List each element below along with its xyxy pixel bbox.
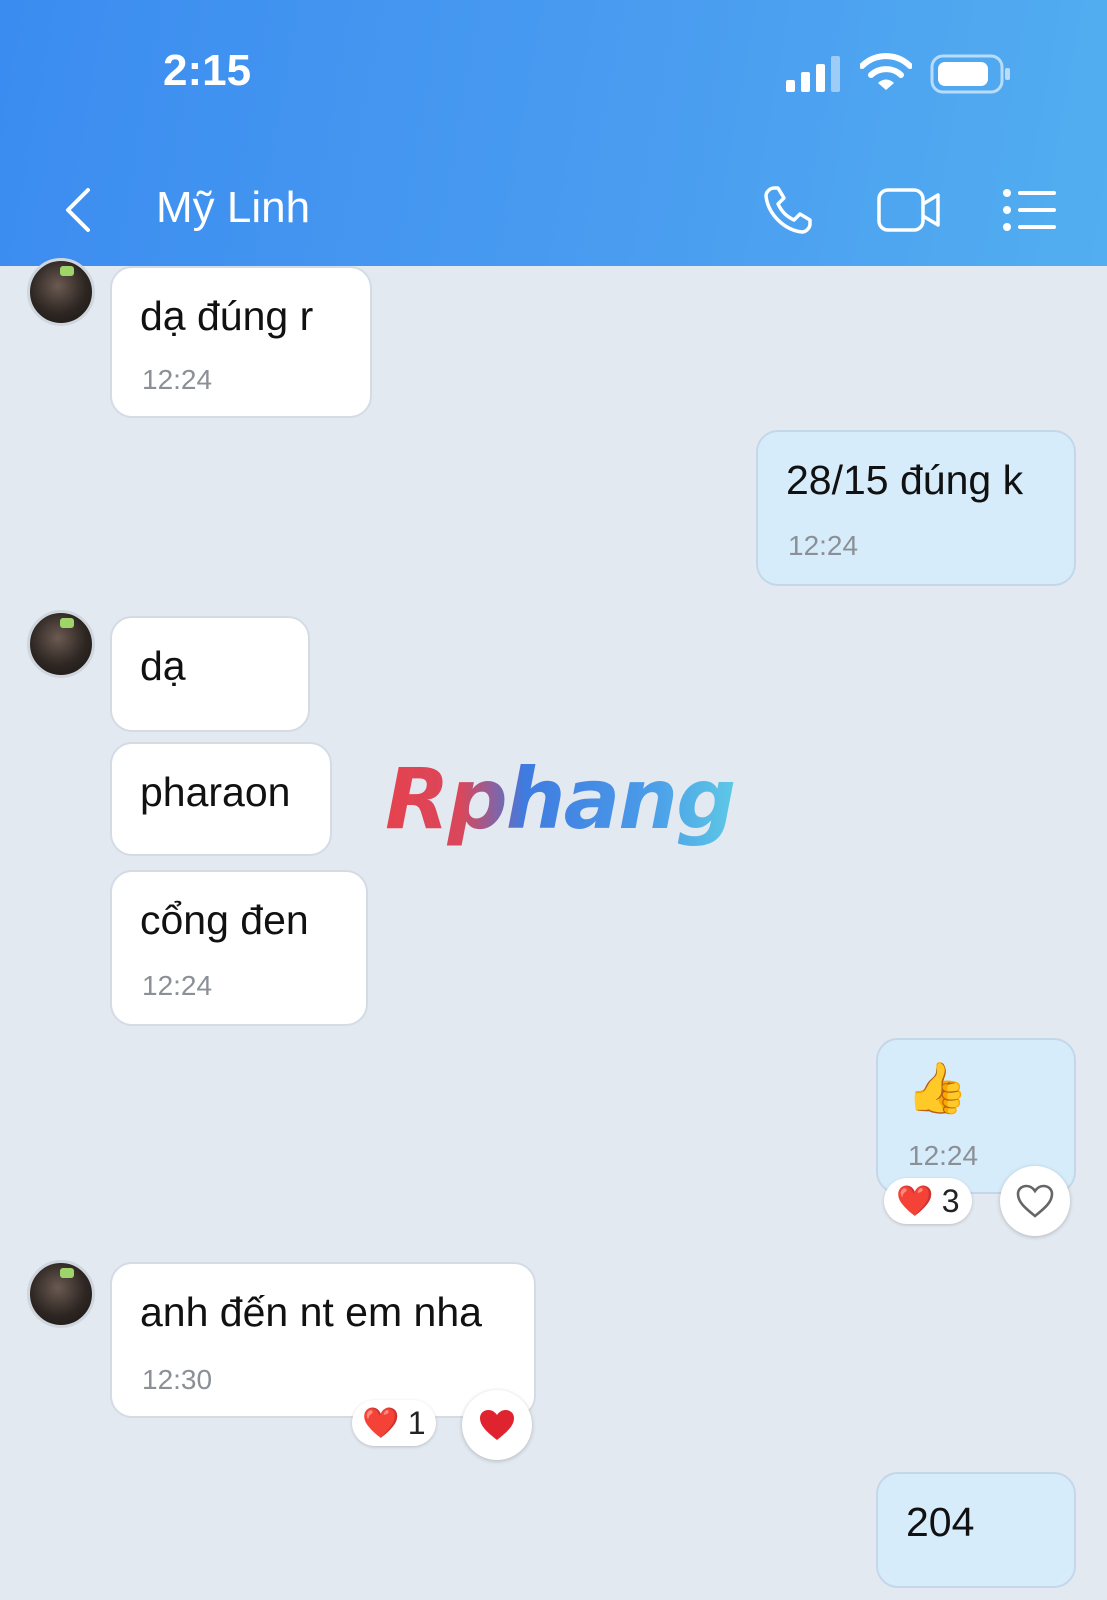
message-bubble[interactable]: 204 [876,1472,1076,1588]
message-time: 12:24 [142,970,213,1001]
avatar[interactable] [27,258,95,326]
message-text: 204 [906,1499,975,1545]
heart-reaction-icon: ❤️ [362,1406,400,1440]
video-call-icon[interactable] [876,186,942,234]
reaction-count: 3 [941,1182,960,1219]
wifi-icon [860,53,912,90]
battery-icon [930,54,1010,94]
message-bubble[interactable]: 28/15 đúng k 12:24 [756,430,1076,586]
avatar[interactable] [27,610,95,678]
message-bubble[interactable]: anh đến nt em nha 12:30 [110,1262,536,1418]
heart-outline-icon [1016,1184,1054,1218]
signal-icon [786,56,840,92]
reaction-summary[interactable]: ❤️ 3 [884,1178,972,1224]
message-bubble[interactable]: cổng đen 12:24 [110,870,368,1026]
message-time: 12:24 [142,364,213,395]
message-text: dạ [140,643,186,689]
message-bubble[interactable]: pharaon [110,742,332,856]
message-time: 12:30 [142,1364,213,1395]
contact-name[interactable]: Mỹ Linh [156,183,310,233]
message-time: 12:24 [788,530,859,561]
back-arrow-icon[interactable] [60,186,100,234]
heart-filled-icon [480,1410,514,1440]
message-text: 👍 [906,1060,969,1116]
status-time: 2:15 [163,46,252,95]
message-text: anh đến nt em nha [140,1289,482,1335]
message-text: 28/15 đúng k [786,457,1024,503]
avatar[interactable] [27,1260,95,1328]
reaction-count: 1 [407,1404,426,1441]
message-text: pharaon [140,769,291,815]
react-button[interactable] [462,1390,532,1460]
message-text: cổng đen [140,897,309,943]
watermark-logo: Rphang [385,750,736,848]
message-text: dạ đúng r [140,293,314,339]
chat-messages[interactable]: dạ đúng r 12:24 28/15 đúng k 12:24 dạ ph… [0,258,1107,1600]
message-time: 12:24 [908,1140,979,1171]
message-bubble[interactable]: dạ đúng r 12:24 [110,266,372,418]
message-bubble[interactable]: dạ [110,616,310,732]
reaction-summary[interactable]: ❤️ 1 [352,1400,436,1446]
phone-call-icon[interactable] [762,184,818,236]
menu-list-icon[interactable] [1002,188,1058,232]
react-button[interactable] [1000,1166,1070,1236]
heart-reaction-icon: ❤️ [896,1184,934,1218]
chat-header: 2:15 Mỹ Linh [0,0,1107,266]
